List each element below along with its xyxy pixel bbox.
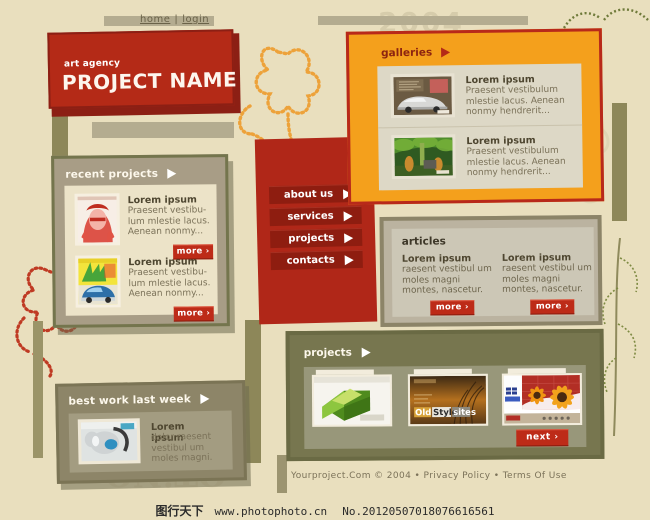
list-item[interactable]: Lorem ipsum Praesent vestibulum mlestie … [378, 126, 583, 191]
galleries-body: Lorem ipsum Praesent vestibulum mlestie … [377, 63, 584, 191]
article-heading: Lorem ipsum [501, 252, 572, 264]
article-column[interactable]: Lorem ipsum raesent vestibul um moles ma… [401, 253, 494, 316]
triangle-right-icon[interactable] [440, 47, 450, 58]
watermark-content: 图行天下 www.photophoto.cn No.20120507018076… [0, 500, 650, 519]
list-item-body: Praesent vestibulum mlestie lacus. Aenea… [466, 145, 566, 179]
more-button[interactable]: more › [173, 306, 214, 322]
article-column[interactable]: Lorem ipsum raesent vestibul um moles ma… [501, 252, 594, 315]
galleries-panel: galleries Lorem ipsum Praesent vestibulu… [345, 28, 605, 205]
thumb-green-cube-site[interactable] [311, 374, 393, 427]
article-body: raesent vestibul um moles magni montes, … [401, 263, 492, 296]
triangle-right-icon[interactable] [199, 393, 209, 405]
triangle-right-icon [343, 211, 353, 222]
thumb-sunflower-site[interactable] [501, 373, 583, 426]
articles-title: articles [401, 235, 446, 248]
nav-link-login[interactable]: login [182, 14, 209, 25]
watermark-number: No.20120507018076616561 [342, 505, 495, 518]
footer-text: Yourproject.Com © 2004 • Privacy Policy … [291, 471, 567, 481]
menu-item-label: projects [288, 232, 335, 245]
watermark-cn-text: 图行天下 [155, 504, 204, 518]
list-item[interactable]: Lorem ipsum Praesent vestibu-lum mlestie… [64, 184, 217, 260]
decor-bar-right-upper [612, 103, 627, 221]
list-item-heading: Lorem ipsum [128, 256, 198, 269]
top-decor-bar [318, 16, 528, 25]
thumb-oldstyle-sites[interactable]: Old Style sites [407, 373, 489, 427]
logo-underbar-decor [92, 122, 234, 138]
more-button[interactable]: more › [430, 299, 475, 316]
list-item-body: Praesent vestibu-lum mlestie lacus. Aene… [127, 205, 210, 238]
recent-projects-title-text: recent projects [65, 167, 159, 181]
galleries-title: galleries [381, 46, 450, 59]
thumb-portrait-red[interactable] [74, 193, 121, 246]
best-work-title: best work last week [68, 393, 209, 408]
menu-item-projects[interactable]: projects [269, 227, 363, 249]
nav-separator: | [174, 14, 179, 25]
triangle-right-icon[interactable] [167, 168, 177, 179]
projects-body: Old Style sites next › [303, 365, 587, 449]
thumb-robot-device[interactable] [77, 418, 141, 465]
thumb-jungle-scene-site[interactable] [391, 134, 456, 180]
list-item-body: Praesent vestibulum mlestie lacus. Aenea… [465, 84, 565, 118]
page-stage: 2004 OTiNO [0, 0, 650, 520]
recent-projects-panel: recent projects Lorem ipsum Praesent ves… [51, 154, 230, 328]
nav-link-home[interactable]: home [140, 14, 170, 25]
projects-title: projects [304, 347, 371, 359]
logo-title: PROJECT NAME [61, 67, 238, 95]
best-work-title-text: best work last week [68, 393, 192, 408]
articles-panel: articles Lorem ipsum raesent vestibul um… [379, 215, 603, 327]
projects-title-text: projects [303, 346, 352, 359]
header-nav: home | login [140, 14, 209, 25]
galleries-title-text: galleries [381, 46, 433, 60]
article-body: raesent vestibul um moles magni montes, … [501, 263, 592, 295]
triangle-right-icon[interactable] [361, 347, 371, 358]
projects-panel: projects Old Style sites next › [285, 328, 605, 462]
site-logo[interactable]: art agency PROJECT NAME [47, 29, 241, 117]
next-button[interactable]: next › [516, 429, 569, 447]
menu-item-label: services [287, 210, 334, 223]
logo-subtitle: art agency [63, 58, 121, 70]
more-button[interactable]: more › [530, 298, 575, 315]
svg-text:Old: Old [415, 408, 431, 418]
list-item-body: dolor raesent vestibul um moles magni. [151, 431, 213, 464]
thumb-blue-car-poster[interactable] [75, 255, 121, 308]
watermark-bar: 图行天下 www.photophoto.cn No.20120507018076… [0, 496, 650, 520]
best-work-panel: best work last week Lorem ipsum dolor ra… [55, 380, 247, 484]
watermark-url: www.photophoto.cn [214, 505, 328, 518]
menu-item-contacts[interactable]: contacts [270, 249, 363, 271]
list-item[interactable]: Lorem ipsum Praesent vestibulum mlestie … [377, 64, 582, 128]
recent-projects-title: recent projects [65, 167, 177, 181]
triangle-right-icon [344, 233, 354, 244]
list-item[interactable]: Lorem ipsum Praesent vestibu-lum mlestie… [65, 250, 218, 322]
articles-body: articles Lorem ipsum raesent vestibul um… [391, 227, 595, 317]
menu-item-services[interactable]: services [269, 205, 362, 227]
article-heading: Lorem ipsum [401, 253, 472, 265]
list-item-body: Praesent vestibu-lum mlestie lacus. Aene… [128, 267, 211, 300]
menu-item-label: contacts [286, 254, 335, 267]
thumb-silver-car-site[interactable] [390, 73, 456, 119]
svg-text:sites: sites [453, 408, 476, 418]
decor-bar-left-lower [33, 321, 43, 458]
triangle-right-icon [344, 255, 354, 266]
menu-item-label: about us [283, 188, 334, 201]
list-item-heading: Lorem ipsum [127, 194, 197, 207]
